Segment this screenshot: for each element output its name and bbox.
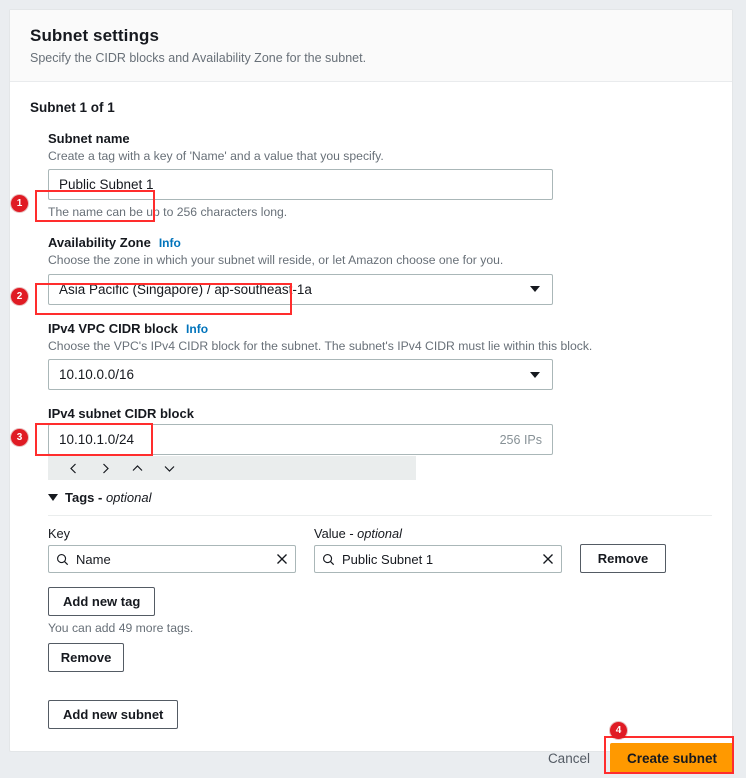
tag-key-header: Key [48,526,71,542]
cancel-button[interactable]: Cancel [544,751,594,766]
subnet-cidr-ip-count: 256 IPs [499,432,542,447]
create-subnet-button[interactable]: Create subnet [609,743,734,773]
tag-value-input[interactable]: Public Subnet 1 [314,545,562,574]
annotation-badge-2: 2 [11,288,28,305]
vpc-cidr-select[interactable]: 10.10.0.0/16 [48,359,553,391]
tag-key-column: Key Name [48,526,296,574]
subnet-index-heading: Subnet 1 of 1 [30,100,115,115]
close-icon[interactable] [276,553,288,565]
remove-subnet-button[interactable]: Remove [48,643,124,673]
subnet-name-description: Create a tag with a key of 'Name' and a … [48,149,384,163]
card-body: Subnet 1 of 1 Subnet name Create a tag w… [10,82,732,751]
vpc-cidr-value: 10.10.0.0/16 [59,367,135,383]
subnet-cidr-field: IPv4 subnet CIDR block 10.10.1.0/24 256 … [30,406,712,481]
tag-row: Key Name Value - optional Public Subnet … [48,526,712,574]
subnet-settings-card: Subnet settings Specify the CIDR blocks … [9,9,733,753]
subnet-cidr-input[interactable]: 10.10.1.0/24 256 IPs [48,424,553,456]
tags-section-toggle[interactable]: Tags - optional [48,490,712,505]
subnet-name-field: Subnet name Create a tag with a key of '… [30,131,712,219]
page-title: Subnet settings [30,26,160,45]
chevron-down-icon [530,371,540,378]
subnet-name-hint: The name can be up to 256 characters lon… [48,205,288,220]
tags-remaining-hint: You can add 49 more tags. [48,621,194,636]
vpc-cidr-field: IPv4 VPC CIDR block Info Choose the VPC'… [30,320,712,391]
availability-zone-info-link[interactable]: Info [159,236,181,250]
vpc-cidr-label: IPv4 VPC CIDR block Info [48,320,209,336]
availability-zone-value: Asia Pacific (Singapore) / ap-southeast-… [59,281,312,297]
subnet-name-label: Subnet name [48,131,130,146]
annotation-badge-1: 1 [11,195,28,212]
tag-value-value: Public Subnet 1 [342,551,434,567]
search-icon [323,553,335,566]
subnet-cidr-value: 10.10.1.0/24 [59,432,135,448]
triangle-down-icon [48,494,58,502]
subnet-name-value: Public Subnet 1 [59,177,154,193]
search-icon [57,553,69,566]
tag-value-header: Value - optional [314,526,402,542]
chevron-right-icon[interactable] [90,457,120,479]
page-subtitle: Specify the CIDR blocks and Availability… [30,51,367,65]
tag-key-value: Name [76,551,111,567]
availability-zone-field: Availability Zone Info Choose the zone i… [30,235,712,305]
annotation-badge-3: 3 [11,429,28,446]
chevron-left-icon[interactable] [58,457,88,479]
availability-zone-select[interactable]: Asia Pacific (Singapore) / ap-southeast-… [48,273,553,305]
tags-section-label: Tags - optional [65,490,152,506]
tag-value-column: Value - optional Public Subnet 1 [314,526,562,574]
availability-zone-label: Availability Zone Info [48,235,181,251]
chevron-down-stepper-icon[interactable] [154,457,184,479]
close-icon[interactable] [542,553,554,565]
remove-tag-button[interactable]: Remove [580,544,666,574]
chevron-up-icon[interactable] [122,457,152,479]
tags-divider [48,515,712,517]
subnet-cidr-label: IPv4 subnet CIDR block [48,406,194,422]
tag-key-input[interactable]: Name [48,545,296,574]
add-new-subnet-button[interactable]: Add new subnet [48,700,179,730]
vpc-cidr-description: Choose the VPC's IPv4 CIDR block for the… [48,338,593,353]
subnet-name-input[interactable]: Public Subnet 1 [48,169,553,201]
card-header: Subnet settings Specify the CIDR blocks … [10,10,732,82]
footer-actions: Cancel Create subnet [0,738,746,778]
chevron-down-icon [530,286,540,293]
remove-subnet-row: Remove [48,643,712,673]
availability-zone-description: Choose the zone in which your subnet wil… [48,253,504,268]
subnet-cidr-stepper[interactable] [48,456,416,481]
vpc-cidr-info-link[interactable]: Info [186,322,208,336]
add-new-tag-button[interactable]: Add new tag [48,587,156,617]
add-tag-row: Add new tag [48,587,712,617]
annotation-badge-4: 4 [610,722,627,739]
